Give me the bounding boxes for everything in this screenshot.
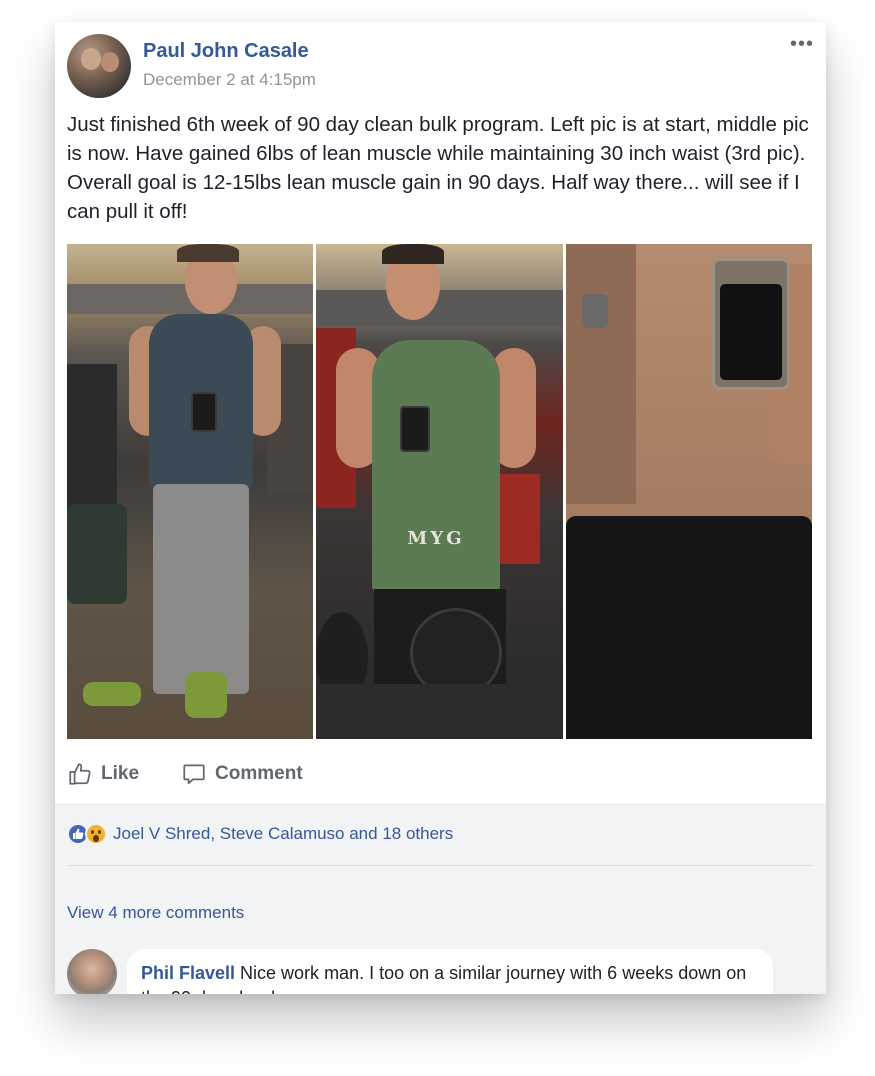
- author-avatar[interactable]: [67, 34, 131, 98]
- commenter-avatar[interactable]: [67, 949, 117, 994]
- person-hair: [382, 244, 444, 264]
- comment-icon: [183, 764, 205, 785]
- photo-start[interactable]: [67, 244, 313, 739]
- phone-screen: [720, 284, 782, 380]
- ceiling-duct: [316, 290, 563, 326]
- post-actions: Like Comment: [67, 754, 303, 794]
- author-name[interactable]: Paul John Casale: [143, 40, 309, 63]
- watch: [582, 294, 608, 328]
- photo-waist[interactable]: [566, 244, 812, 739]
- engagement-section: Joel V Shred, Steve Calamuso and 18 othe…: [55, 804, 826, 994]
- commenter-name[interactable]: Phil Flavell: [141, 963, 235, 983]
- wow-icon: [85, 823, 107, 845]
- comment-bubble: Phil Flavell Nice work man. I too on a s…: [127, 949, 773, 994]
- post-timestamp[interactable]: December 2 at 4:15pm: [143, 70, 316, 90]
- post-text: Just finished 6th week of 90 day clean b…: [67, 113, 809, 223]
- phone: [400, 406, 430, 452]
- phone: [191, 392, 217, 432]
- more-options-icon[interactable]: •••: [790, 34, 814, 54]
- gym-bag: [67, 504, 127, 604]
- view-more-comments-link[interactable]: View 4 more comments: [67, 903, 244, 923]
- like-button[interactable]: Like: [67, 761, 139, 787]
- comment-label: Comment: [215, 763, 303, 784]
- shoe: [83, 682, 141, 706]
- dumbbell-rack: [316, 684, 563, 739]
- reactions-summary[interactable]: Joel V Shred, Steve Calamuso and 18 othe…: [67, 823, 453, 845]
- tank-top: [372, 340, 500, 592]
- photo-collage: MYG: [67, 244, 812, 739]
- person-hair: [177, 244, 239, 262]
- shirt-logo: MYG: [407, 528, 465, 549]
- sweatpants: [153, 484, 249, 694]
- post-card: Paul John Casale December 2 at 4:15pm ••…: [55, 22, 826, 994]
- comment-button[interactable]: Comment: [181, 761, 303, 787]
- thumbs-up-icon: [69, 763, 91, 785]
- person-arm: [566, 244, 636, 504]
- divider: [67, 865, 814, 866]
- shoe: [185, 672, 227, 718]
- reactions-text: Joel V Shred, Steve Calamuso and 18 othe…: [113, 824, 454, 843]
- shorts: [566, 516, 812, 739]
- photo-now[interactable]: MYG: [316, 244, 563, 739]
- like-label: Like: [101, 763, 140, 784]
- gym-equipment: [500, 474, 540, 564]
